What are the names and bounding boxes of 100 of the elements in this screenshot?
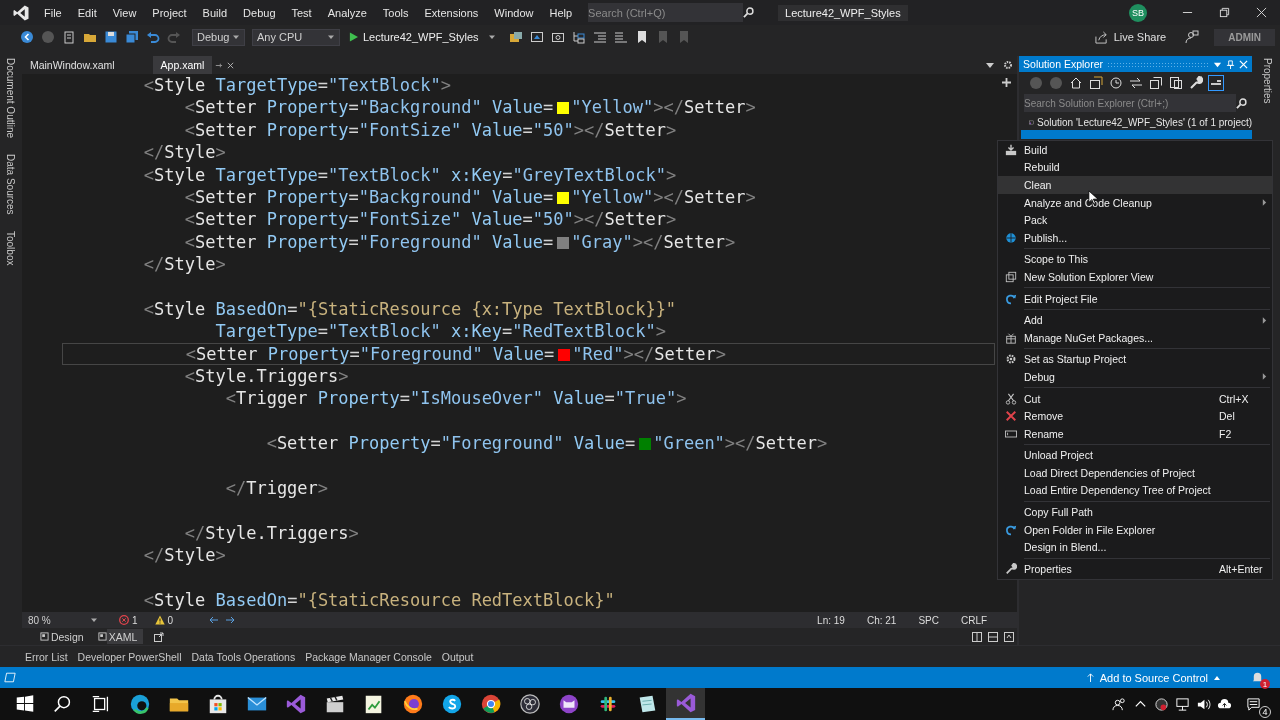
menu-item[interactable]: Open Folder in File Explorer <box>998 520 1272 539</box>
action-center-icon[interactable] <box>1246 696 1261 712</box>
save-all-icon[interactable] <box>125 30 139 44</box>
window-icon[interactable] <box>529 30 544 44</box>
view-tab[interactable]: XAML <box>106 629 144 644</box>
menu-item[interactable]: Edit Project File <box>998 289 1272 308</box>
undo-icon[interactable] <box>146 30 160 44</box>
menu-item[interactable]: Unload Project <box>998 446 1272 465</box>
view-icon[interactable] <box>39 632 49 641</box>
menu-item[interactable]: Build <box>194 6 236 19</box>
pin-icon[interactable] <box>1226 59 1236 69</box>
tree-icon[interactable] <box>571 30 586 44</box>
play-icon[interactable] <box>349 32 358 42</box>
switch-views-icon[interactable] <box>1089 76 1104 90</box>
new-project-icon[interactable] <box>62 30 76 44</box>
taskbar-app[interactable] <box>666 688 705 720</box>
menu-item[interactable]: Test <box>283 6 320 19</box>
horizontal-split-icon[interactable] <box>988 631 999 642</box>
menu-item[interactable]: Pack <box>998 211 1272 229</box>
notification-bell-icon[interactable] <box>1251 671 1264 684</box>
menu-item[interactable]: Analyze and Code Cleanup <box>998 193 1272 212</box>
search-field[interactable]: Search Solution Explorer (Ctrl+;) <box>1024 94 1237 112</box>
view-tab[interactable]: Design <box>48 629 90 644</box>
side-tab[interactable]: Data Sources <box>5 152 17 217</box>
swap-panes-icon[interactable] <box>154 631 165 642</box>
caret-icon[interactable] <box>487 33 496 41</box>
account-badge[interactable]: ADMIN <box>1214 28 1275 46</box>
menu-item[interactable]: Design in Blend... <box>998 538 1272 557</box>
warning-icon[interactable] <box>154 615 165 625</box>
menu-item[interactable]: Remove Del <box>998 407 1272 425</box>
menu-item[interactable]: Build <box>998 141 1272 159</box>
dropdown-icon[interactable] <box>985 60 996 70</box>
line-ending[interactable]: CRLF <box>960 614 988 626</box>
forward-arrow-icon[interactable] <box>225 615 236 625</box>
menu-item[interactable]: New Solution Explorer View <box>998 268 1272 286</box>
menu-item[interactable]: Manage NuGet Packages... <box>998 328 1272 347</box>
collapse-all-icon[interactable] <box>1149 76 1164 90</box>
menu-item[interactable]: Extensions <box>416 6 487 19</box>
settings-icon[interactable] <box>1003 60 1014 70</box>
side-tab[interactable]: Document Outline <box>5 56 17 141</box>
show-files-icon[interactable] <box>1169 76 1184 90</box>
whitespace-mode[interactable]: SPC <box>918 614 939 626</box>
back-icon[interactable] <box>20 30 34 44</box>
menu-item[interactable]: Analyze <box>319 6 375 19</box>
menu-item[interactable]: Set as Startup Project <box>998 350 1272 369</box>
side-tab[interactable]: Toolbox <box>5 228 17 268</box>
start-button[interactable]: Lecture42_WPF_Styles <box>361 31 481 43</box>
menu-item[interactable]: Help <box>541 6 581 19</box>
menu-item[interactable]: Load Direct Dependencies of Project <box>998 464 1272 482</box>
menu-item[interactable]: Edit <box>69 6 105 19</box>
menu-item[interactable]: Publish... <box>998 228 1272 247</box>
side-tab[interactable]: Properties <box>1262 56 1274 106</box>
share-icon[interactable] <box>1094 30 1108 44</box>
menu-item[interactable]: Load Entire Dependency Tree of Project <box>998 481 1272 500</box>
menu-item[interactable]: Debug <box>998 368 1272 386</box>
user-avatar[interactable]: SB <box>1129 3 1147 22</box>
live-share-button[interactable]: Live Share <box>1113 31 1167 43</box>
comment-icon[interactable] <box>613 30 628 44</box>
menu-item[interactable]: Project <box>144 6 195 19</box>
caret-icon[interactable] <box>89 616 98 624</box>
up-arrow-icon[interactable] <box>1085 673 1095 682</box>
restore-icon[interactable] <box>1219 7 1230 18</box>
vertical-split-icon[interactable] <box>972 631 983 642</box>
platform-dropdown[interactable]: Any CPU <box>252 28 340 46</box>
back-arrow-icon[interactable] <box>209 615 220 625</box>
tool-window-tab[interactable]: Output <box>441 650 474 663</box>
menu-item[interactable]: Copy Full Path <box>998 503 1272 521</box>
search-field[interactable]: Search (Ctrl+Q) <box>588 3 744 22</box>
sync-circle-icon[interactable] <box>1154 696 1169 712</box>
source-control-button[interactable]: Add to Source Control <box>1099 671 1208 684</box>
menu-item[interactable]: Window <box>486 6 542 19</box>
close-icon[interactable] <box>1256 7 1267 18</box>
tool-window-tab[interactable]: Package Manager Console <box>305 650 432 663</box>
tree-item[interactable]: Solution 'Lecture42_WPF_Styles' (1 of 1 project) <box>1037 116 1253 128</box>
caret-icon[interactable] <box>232 33 240 41</box>
configuration-dropdown[interactable]: Debug <box>192 28 245 46</box>
history-icon[interactable] <box>1109 76 1124 90</box>
preview-icon[interactable] <box>1209 76 1224 90</box>
menu-item[interactable]: Cut Ctrl+X <box>998 389 1272 408</box>
people-icon[interactable] <box>1112 696 1127 712</box>
indent-icon[interactable] <box>592 30 607 44</box>
menu-item[interactable]: Tools <box>374 6 417 19</box>
menu-item[interactable]: Rename F2 <box>998 424 1272 443</box>
caret-icon[interactable] <box>327 33 335 41</box>
menu-item[interactable]: Add <box>998 311 1272 329</box>
tool-window-tab[interactable]: Developer PowerShell <box>77 650 182 663</box>
tool-window-tab[interactable]: Data Tools Operations <box>191 650 296 663</box>
network-icon[interactable] <box>1175 696 1190 712</box>
zoom-dropdown[interactable]: 80 % <box>27 614 72 626</box>
menu-item[interactable]: Clean <box>998 176 1272 194</box>
feedback-icon[interactable] <box>1185 30 1200 44</box>
menu-item[interactable]: View <box>104 6 145 19</box>
menu-item[interactable]: Properties Alt+Enter <box>998 560 1272 578</box>
document-tab[interactable]: MainWindow.xaml <box>21 56 123 74</box>
close-icon[interactable] <box>226 60 236 70</box>
toolbox-icon[interactable] <box>508 30 523 44</box>
wrench-icon[interactable] <box>1189 76 1204 90</box>
tool-window-tab[interactable]: Error List <box>25 650 68 663</box>
camera-icon[interactable] <box>550 30 565 44</box>
error-icon[interactable] <box>118 615 129 625</box>
